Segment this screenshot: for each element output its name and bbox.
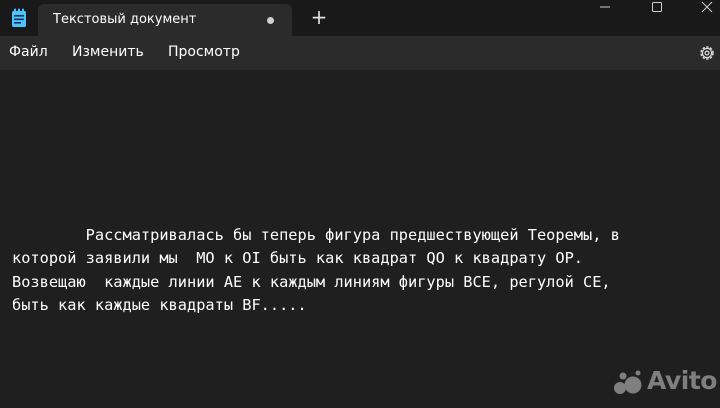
watermark-text: Avito [647, 366, 717, 395]
notepad-icon [12, 8, 26, 27]
tab-document[interactable]: Текстовый документ [38, 4, 292, 36]
document-line: быть как каждые квадраты BF..... [12, 296, 307, 314]
menu-view[interactable]: Просмотр [168, 44, 240, 60]
document-line: Рассматривалась бы теперь фигура предшес… [12, 226, 620, 244]
title-bar: Текстовый документ + [0, 0, 720, 36]
gear-icon[interactable] [698, 44, 716, 62]
maximize-icon[interactable] [634, 0, 680, 14]
text-editor[interactable]: Рассматривалась бы теперь фигура предшес… [0, 70, 720, 408]
menu-bar: Файл Изменить Просмотр [0, 36, 720, 70]
unsaved-dot-icon[interactable] [267, 17, 274, 24]
document-line: которой заявили мы MO к OI быть как квад… [12, 249, 583, 267]
menu-edit[interactable]: Изменить [72, 44, 144, 60]
document-line: Возвещаю каждые линии AE к каждым линиям… [12, 273, 611, 291]
tab-title: Текстовый документ [53, 12, 197, 27]
close-icon[interactable] [684, 0, 720, 14]
menu-file[interactable]: Файл [9, 44, 48, 60]
avito-logo-icon [614, 370, 642, 394]
minimize-icon[interactable] [582, 0, 628, 14]
new-tab-button[interactable]: + [310, 7, 328, 27]
